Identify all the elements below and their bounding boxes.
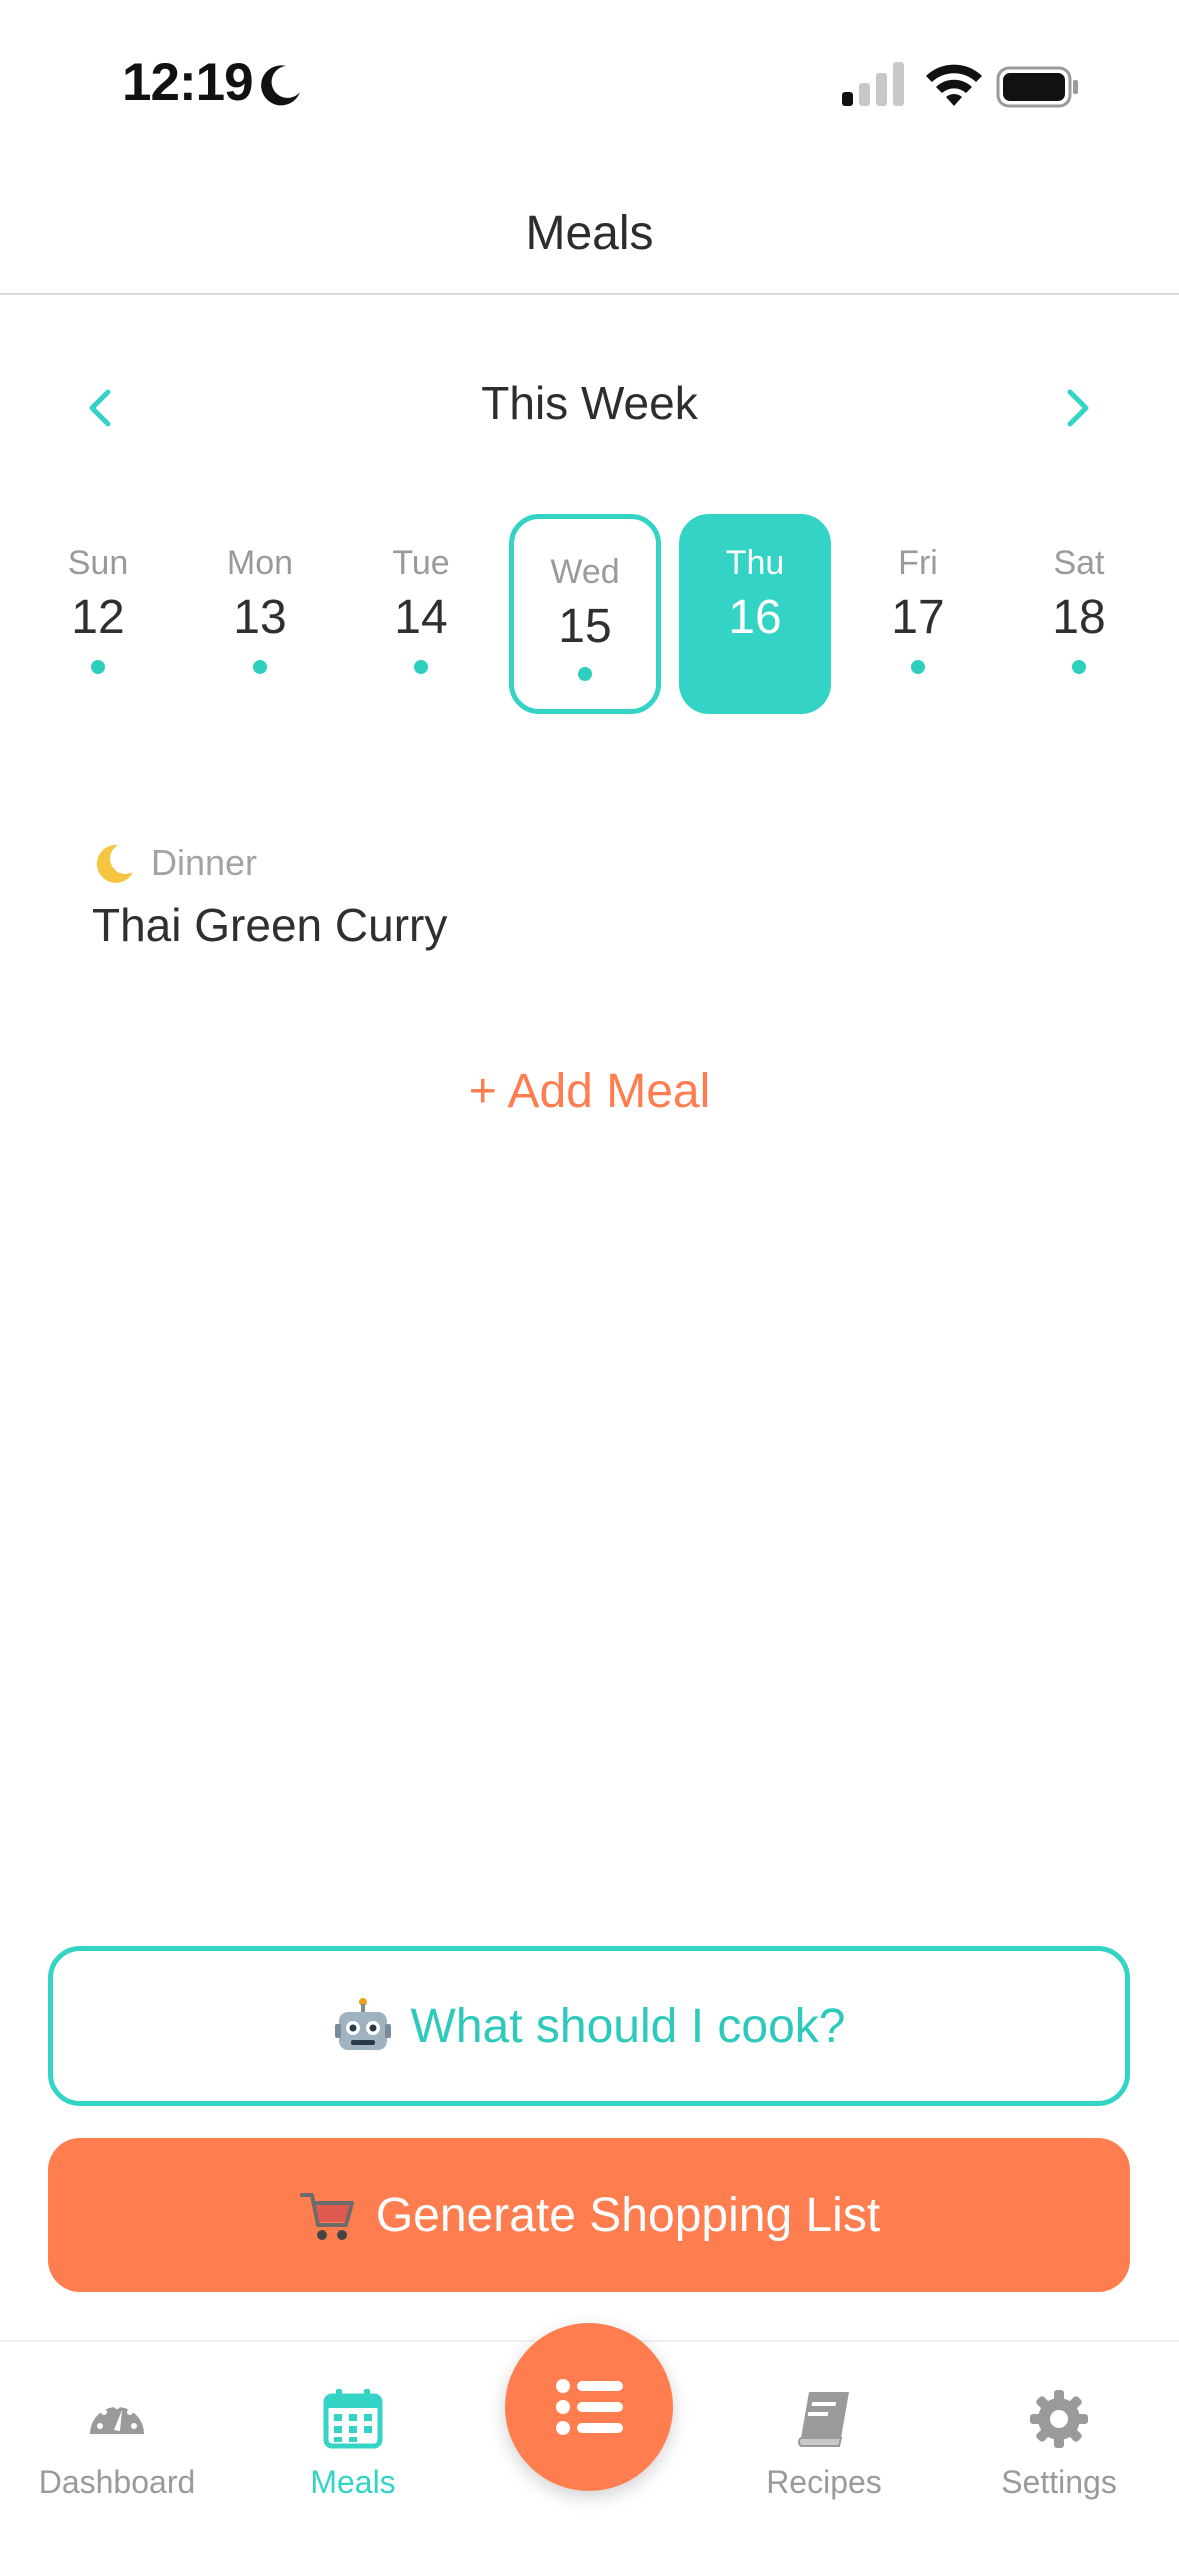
- day-number: 14: [394, 591, 448, 644]
- page-title: Meals: [525, 207, 654, 260]
- shopping-button-label: Generate Shopping List: [375, 2188, 881, 2242]
- tab-dashboard[interactable]: Dashboard: [2, 2386, 232, 2516]
- crescent-moon-icon: [96, 844, 133, 883]
- day-number: 15: [558, 600, 612, 653]
- meal-indicator-dot: [253, 660, 267, 674]
- book-icon: [798, 2392, 849, 2447]
- meal-indicator-dot: [414, 660, 428, 674]
- meal-indicator-dot: [578, 667, 592, 681]
- day-name: Sat: [1053, 544, 1105, 582]
- week-label: This Week: [481, 377, 698, 429]
- header-divider: [0, 293, 1179, 295]
- battery-icon: [996, 66, 1078, 108]
- day-fri[interactable]: Fri 17: [842, 514, 994, 714]
- tab-label: Recipes: [766, 2464, 882, 2500]
- day-name: Thu: [725, 544, 785, 582]
- meal-indicator-dot: [91, 660, 105, 674]
- day-sun[interactable]: Sun 12: [22, 514, 174, 714]
- tab-label: Dashboard: [38, 2464, 196, 2500]
- meal-list-fab-button[interactable]: [505, 2323, 673, 2491]
- tab-settings[interactable]: Settings: [944, 2386, 1174, 2516]
- day-name: Wed: [550, 553, 620, 591]
- day-thu-selected[interactable]: Thu 16: [679, 514, 831, 714]
- day-name: Fri: [898, 544, 938, 582]
- calendar-icon: [323, 2389, 383, 2449]
- robot-icon: [334, 1998, 391, 2050]
- day-mon[interactable]: Mon 13: [184, 514, 336, 714]
- day-number: 18: [1052, 591, 1106, 644]
- wifi-icon: [926, 64, 982, 106]
- day-number: 13: [233, 591, 287, 644]
- day-name: Sun: [67, 544, 129, 582]
- next-week-chevron-icon[interactable]: [1052, 378, 1102, 438]
- status-time: 12:19: [122, 53, 254, 112]
- cook-button-label: What should I cook?: [410, 1999, 846, 2053]
- day-wed-today[interactable]: Wed 15: [509, 514, 661, 714]
- gear-icon: [1030, 2390, 1088, 2448]
- cellular-signal-icon: [842, 62, 904, 106]
- day-tue[interactable]: Tue 14: [345, 514, 497, 714]
- day-number: 12: [71, 591, 125, 644]
- day-number: 16: [728, 591, 782, 644]
- meal-indicator-dot: [1072, 660, 1086, 674]
- day-name: Mon: [226, 544, 294, 582]
- tab-recipes[interactable]: Recipes: [709, 2386, 939, 2516]
- meal-indicator-dot: [911, 660, 925, 674]
- list-icon: [556, 2379, 623, 2435]
- tab-label: Settings: [1001, 2464, 1117, 2500]
- what-should-i-cook-button[interactable]: What should I cook?: [48, 1946, 1130, 2106]
- day-sat[interactable]: Sat 18: [1003, 514, 1155, 714]
- tab-meals[interactable]: Meals: [238, 2386, 468, 2516]
- tab-label: Meals: [310, 2464, 396, 2500]
- meal-type-label: Dinner: [151, 842, 258, 883]
- do-not-disturb-moon-icon: [261, 65, 300, 106]
- shopping-cart-icon: [299, 2193, 354, 2240]
- day-number: 17: [891, 591, 945, 644]
- day-name: Tue: [392, 544, 450, 582]
- add-meal-button[interactable]: + Add Meal: [0, 1064, 1179, 1119]
- speedometer-icon: [90, 2403, 144, 2434]
- meal-name[interactable]: Thai Green Curry: [92, 898, 447, 952]
- generate-shopping-list-button[interactable]: Generate Shopping List: [48, 2138, 1130, 2292]
